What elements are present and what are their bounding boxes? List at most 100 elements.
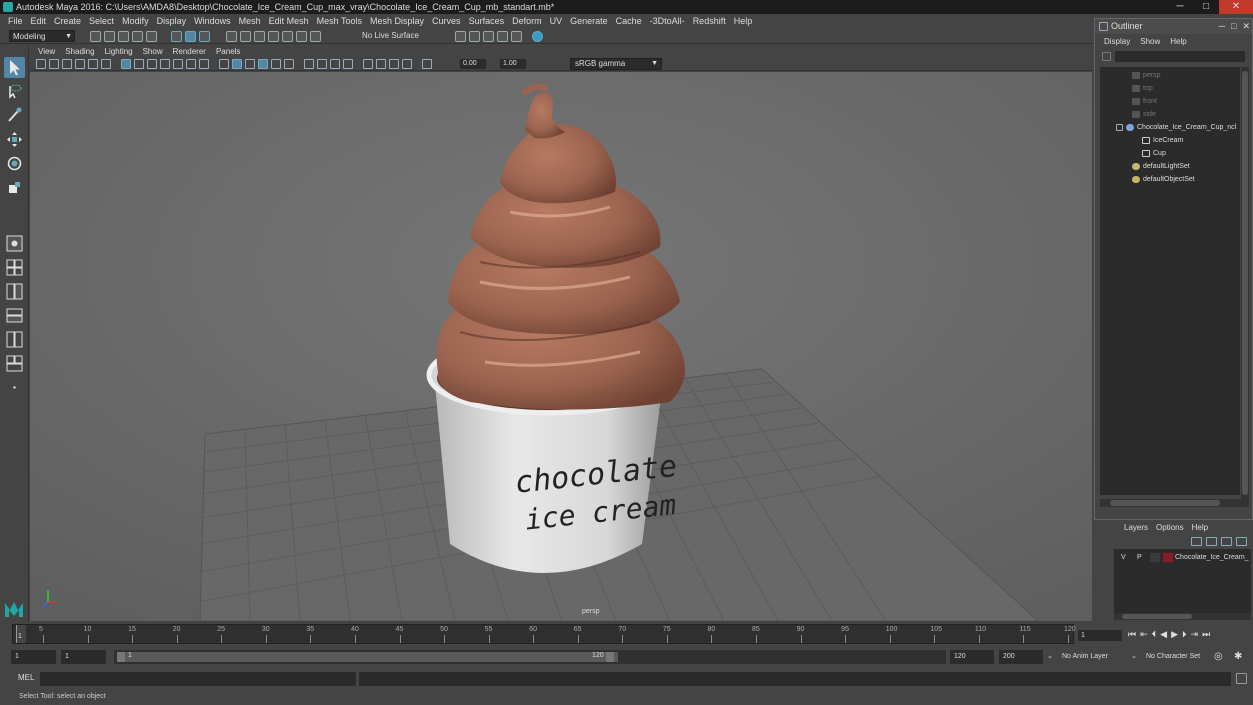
gamma-field[interactable]: 1.00	[500, 59, 526, 69]
new-scene-icon[interactable]	[90, 30, 101, 42]
go-to-start-icon[interactable]: ⏮	[1128, 629, 1136, 640]
render-frame-icon[interactable]	[469, 30, 480, 42]
auto-key-icon[interactable]: ◎	[1214, 650, 1223, 664]
menu-edit-mesh[interactable]: Edit Mesh	[265, 14, 313, 28]
step-back-frame-icon[interactable]: ⏴	[1152, 629, 1157, 640]
outliner-search-input[interactable]	[1115, 51, 1245, 62]
layer-row[interactable]: V P Chocolate_Ice_Cream_	[1114, 552, 1251, 563]
film-gate-icon[interactable]	[134, 59, 144, 69]
menu-curves[interactable]: Curves	[428, 14, 465, 28]
menu-generate[interactable]: Generate	[566, 14, 612, 28]
outliner-menu-help[interactable]: Help	[1165, 34, 1191, 50]
panel-menu-renderer[interactable]: Renderer	[168, 46, 211, 57]
snap-grid-icon[interactable]	[226, 30, 237, 42]
render-settings-icon[interactable]	[497, 30, 508, 42]
undo-icon[interactable]	[132, 30, 143, 42]
bookmark-icon[interactable]	[62, 59, 72, 69]
layer-display-type-toggle[interactable]	[1150, 553, 1160, 562]
step-forward-key-icon[interactable]: ⇥	[1191, 629, 1199, 640]
animation-end-field[interactable]: 200	[999, 650, 1043, 664]
four-view-layout-button[interactable]	[4, 257, 25, 278]
outliner-close-button[interactable]: ✕	[1242, 19, 1250, 34]
range-start-handle[interactable]	[117, 652, 125, 662]
gate-mask-icon[interactable]	[160, 59, 170, 69]
wireframe-icon[interactable]	[219, 59, 229, 69]
outliner-item-default-object-set[interactable]: defaultObjectSet	[1132, 173, 1195, 186]
close-button[interactable]: ✕	[1219, 0, 1253, 14]
collapse-icon[interactable]	[1116, 123, 1123, 131]
xray-joints-icon[interactable]	[389, 59, 399, 69]
go-to-end-icon[interactable]: ⏭	[1202, 629, 1210, 640]
select-tool-button[interactable]	[4, 57, 25, 78]
new-empty-layer-icon[interactable]	[1221, 536, 1232, 546]
panel-menu-view[interactable]: View	[33, 46, 60, 57]
menu-3dtoall[interactable]: -3DtoAll-	[646, 14, 689, 28]
scrollbar-thumb[interactable]	[1122, 614, 1192, 619]
grease-pencil-icon[interactable]	[101, 59, 111, 69]
side-by-side-layout-button[interactable]	[4, 281, 25, 302]
outliner-item-side[interactable]: side	[1132, 108, 1156, 121]
move-tool-button[interactable]	[4, 129, 25, 150]
camera-select-icon[interactable]	[36, 59, 46, 69]
xray-components-icon[interactable]	[402, 59, 412, 69]
outliner-item-group[interactable]: Chocolate_Ice_Cream_Cup_ncl	[1116, 121, 1236, 134]
magnet-icon[interactable]	[310, 30, 321, 42]
snap-surface-icon[interactable]	[282, 30, 293, 42]
animation-preferences-icon[interactable]: ✱	[1234, 650, 1242, 664]
outliner-maximize-button[interactable]: □	[1231, 19, 1236, 34]
outliner-titlebar[interactable]: Outliner ─ □ ✕	[1095, 19, 1252, 34]
menu-uv[interactable]: UV	[546, 14, 567, 28]
menu-set-dropdown[interactable]: Modeling ▼	[9, 30, 75, 42]
minimize-button[interactable]: ─	[1167, 0, 1193, 14]
textured-icon[interactable]	[258, 59, 268, 69]
anti-aliasing-icon[interactable]	[330, 59, 340, 69]
exposure-field[interactable]: 0.00	[460, 59, 486, 69]
layer-menu-options[interactable]: Options	[1152, 521, 1188, 534]
persp-outliner-layout-button[interactable]	[4, 305, 25, 326]
2d-pan-zoom-icon[interactable]	[88, 59, 98, 69]
ipr-render-icon[interactable]	[483, 30, 494, 42]
outliner-menu-show[interactable]: Show	[1135, 34, 1165, 50]
outliner-item-persp[interactable]: persp	[1132, 69, 1161, 82]
safe-action-icon[interactable]	[186, 59, 196, 69]
range-slider-bar[interactable]: 1 120	[114, 650, 946, 664]
ambient-occlusion-icon[interactable]	[304, 59, 314, 69]
lasso-tool-button[interactable]	[4, 81, 25, 102]
render-view-icon[interactable]	[455, 30, 466, 42]
menu-create[interactable]: Create	[50, 14, 85, 28]
paint-select-tool-button[interactable]	[4, 105, 25, 126]
current-time-marker[interactable]: 1	[16, 625, 26, 643]
play-forwards-icon[interactable]: ▶	[1171, 629, 1178, 640]
menu-surfaces[interactable]: Surfaces	[465, 14, 509, 28]
filter-icon[interactable]	[1102, 52, 1111, 61]
panel-menu-show[interactable]: Show	[138, 46, 168, 57]
single-view-layout-button[interactable]	[4, 233, 25, 254]
safe-title-icon[interactable]	[199, 59, 209, 69]
image-plane-icon[interactable]	[75, 59, 85, 69]
layer-playback-toggle[interactable]: P	[1137, 552, 1142, 563]
redo-icon[interactable]	[146, 30, 157, 42]
outliner-item-top[interactable]: top	[1132, 82, 1153, 95]
camera-attributes-icon[interactable]	[49, 59, 59, 69]
live-surface-label[interactable]: No Live Surface	[362, 30, 419, 42]
smooth-shade-icon[interactable]	[232, 59, 242, 69]
grid-toggle-icon[interactable]	[121, 59, 131, 69]
outliner-horizontal-scrollbar[interactable]	[1100, 499, 1242, 507]
shadows-icon[interactable]	[284, 59, 294, 69]
maximize-button[interactable]: □	[1193, 0, 1219, 14]
command-input[interactable]	[40, 672, 356, 686]
menu-display[interactable]: Display	[153, 14, 191, 28]
scrollbar-thumb[interactable]	[1110, 500, 1220, 506]
snap-live-icon[interactable]	[296, 30, 307, 42]
outliner-item-front[interactable]: front	[1132, 95, 1157, 108]
outliner-item-icecream[interactable]: IceCream	[1142, 134, 1183, 147]
anim-layer-dropdown[interactable]: No Anim Layer	[1062, 650, 1108, 664]
resolution-gate-icon[interactable]	[147, 59, 157, 69]
snap-view-plane-icon[interactable]	[268, 30, 279, 42]
field-chart-icon[interactable]	[173, 59, 183, 69]
range-end-handle[interactable]	[606, 652, 614, 662]
outliner-menu-display[interactable]: Display	[1099, 34, 1135, 50]
layer-menu-layers[interactable]: Layers	[1120, 521, 1152, 534]
script-editor-icon[interactable]	[1236, 673, 1247, 684]
outliner-vertical-scrollbar[interactable]	[1241, 67, 1249, 507]
